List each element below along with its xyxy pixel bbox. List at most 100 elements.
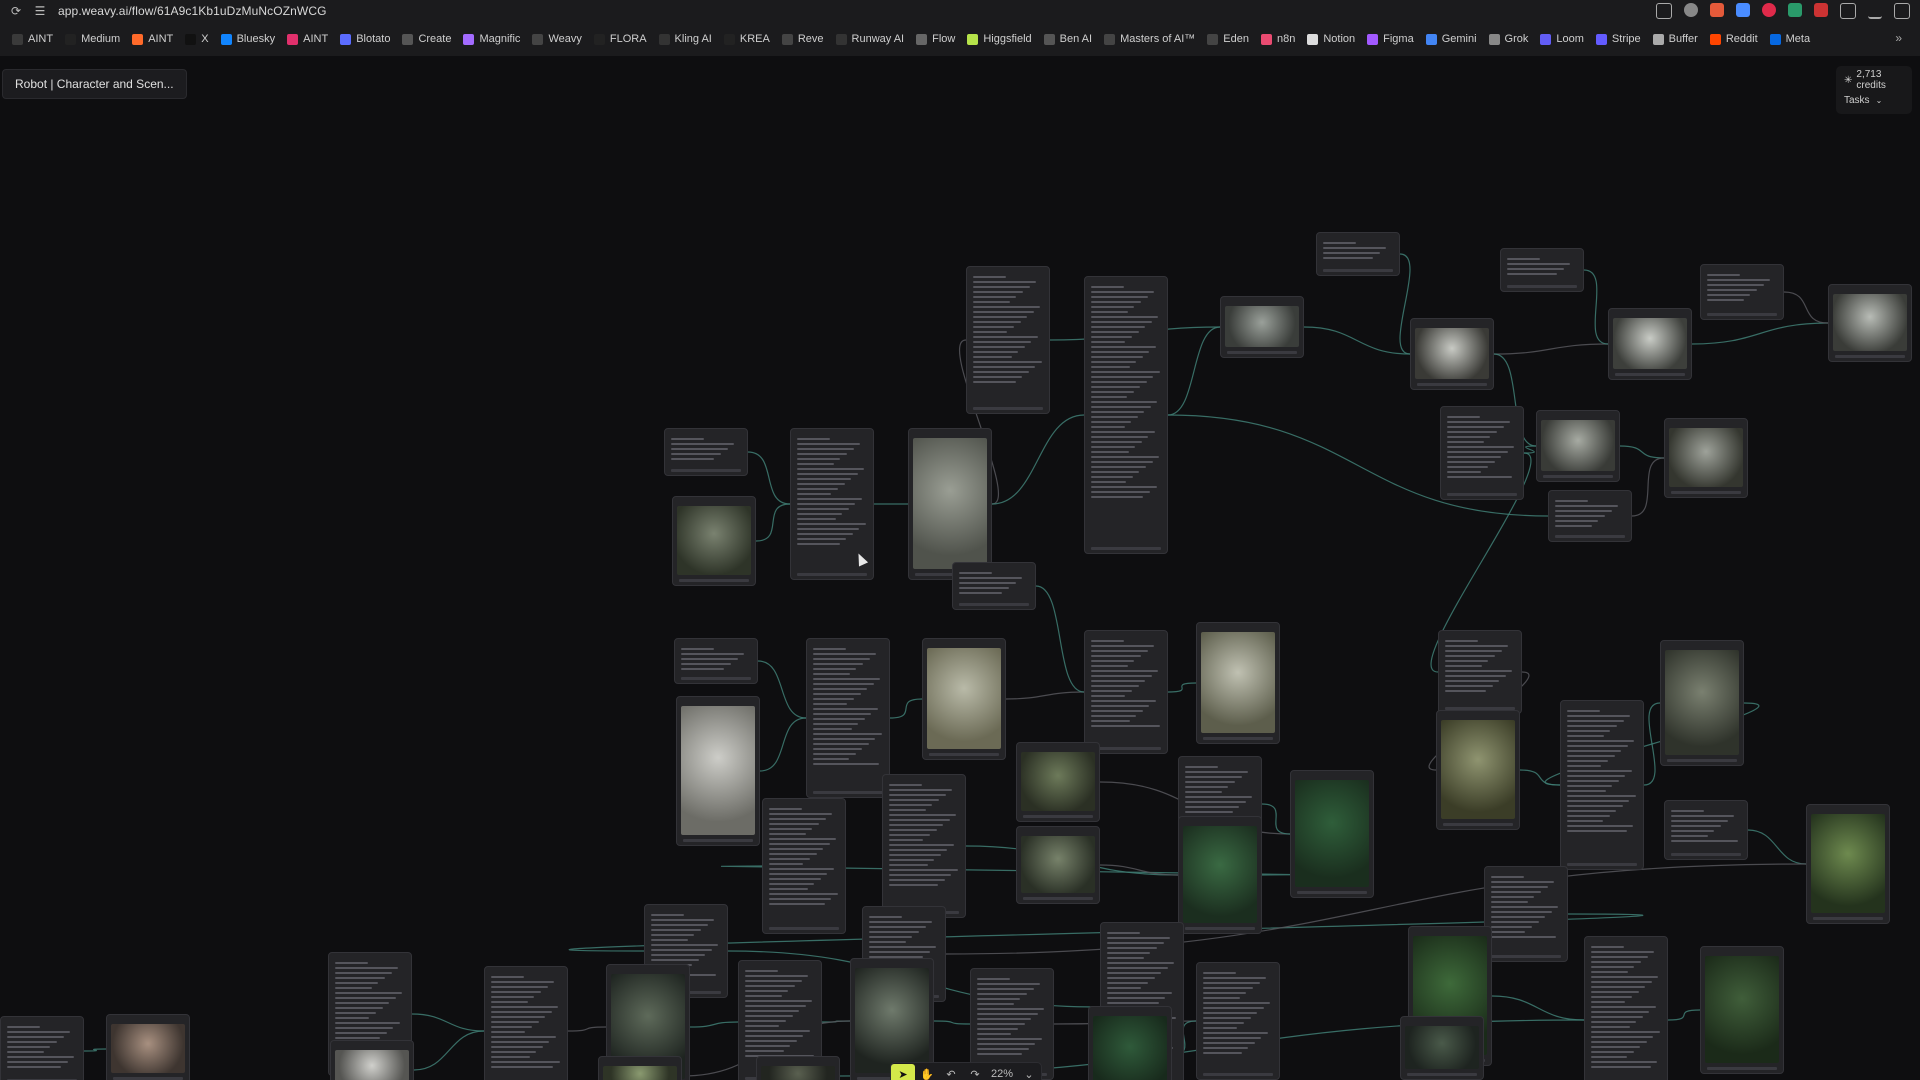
bookmark-item[interactable]: Ben AI	[1043, 33, 1092, 45]
bookmark-item[interactable]: Runway AI	[835, 33, 904, 45]
text-prompt-node[interactable]	[1484, 866, 1568, 962]
more-bookmarks-button[interactable]: »	[1895, 31, 1902, 45]
text-prompt-node[interactable]	[806, 638, 890, 798]
bookmark-item[interactable]: AINT	[12, 33, 53, 45]
bookmark-item[interactable]: Create	[402, 33, 451, 45]
text-prompt-node[interactable]	[1084, 630, 1168, 754]
node-connection-edge[interactable]	[1583, 269, 1609, 345]
bookmark-item[interactable]: Bluesky	[220, 33, 275, 45]
node-connection-edge[interactable]	[413, 1030, 485, 1071]
text-prompt-node[interactable]	[664, 428, 748, 476]
text-prompt-node[interactable]	[1584, 936, 1668, 1080]
node-connection-edge[interactable]	[1303, 326, 1411, 355]
chevron-down-icon[interactable]: ⌄	[1017, 1064, 1041, 1080]
image-node[interactable]	[908, 428, 992, 580]
node-connection-edge[interactable]	[1035, 585, 1085, 693]
hand-tool-icon[interactable]: ✋	[915, 1064, 939, 1080]
star-icon[interactable]	[1684, 3, 1698, 17]
node-connection-edge[interactable]	[757, 660, 807, 719]
text-prompt-node[interactable]	[952, 562, 1036, 610]
extension-icon[interactable]	[1710, 3, 1724, 17]
text-prompt-node[interactable]	[1438, 630, 1522, 714]
flow-canvas[interactable]: Robot | Character and Scen... ✳ 2,713 cre…	[0, 56, 1920, 1080]
bookmark-item[interactable]: Blotato	[340, 33, 390, 45]
text-prompt-node[interactable]	[1196, 962, 1280, 1080]
bookmark-item[interactable]: Masters of AI™	[1104, 33, 1195, 45]
node-connection-edge[interactable]	[1691, 322, 1829, 345]
node-connection-edge[interactable]	[1261, 803, 1291, 835]
text-prompt-node[interactable]	[0, 1016, 84, 1080]
sidebar-icon[interactable]	[1894, 3, 1910, 19]
bookmark-item[interactable]: Meta	[1769, 33, 1810, 45]
bookmark-item[interactable]: Notion	[1307, 33, 1355, 45]
node-connection-edge[interactable]	[1523, 445, 1537, 454]
address-bar[interactable]: app.weavy.ai/flow/61A9c1Kb1uDzMuNcOZnWCG	[58, 4, 327, 18]
text-prompt-node[interactable]	[1084, 276, 1168, 554]
image-node[interactable]	[1700, 946, 1784, 1074]
bookmark-item[interactable]: X	[185, 33, 209, 45]
node-connection-edge[interactable]	[1167, 326, 1221, 416]
bookmark-item[interactable]: KREA	[723, 33, 770, 45]
text-prompt-node[interactable]	[1440, 406, 1524, 500]
text-prompt-node[interactable]	[1664, 800, 1748, 860]
extension-icon[interactable]	[1736, 3, 1750, 17]
bookmark-item[interactable]: Weavy	[532, 33, 582, 45]
image-node[interactable]	[106, 1014, 190, 1080]
bookmark-item[interactable]: Stripe	[1595, 33, 1641, 45]
node-connection-edge[interactable]	[1493, 343, 1609, 355]
image-node[interactable]	[672, 496, 756, 586]
undo-icon[interactable]: ↶	[939, 1064, 963, 1080]
image-node[interactable]	[1660, 640, 1744, 766]
text-prompt-node[interactable]	[674, 638, 758, 684]
node-connection-edge[interactable]	[1783, 291, 1829, 324]
node-connection-edge[interactable]	[1667, 1009, 1701, 1021]
node-connection-edge[interactable]	[83, 1048, 107, 1052]
reload-icon[interactable]: ⟳	[8, 3, 24, 19]
extension-icon[interactable]	[1788, 3, 1802, 17]
zoom-level[interactable]: 22%	[987, 1064, 1017, 1080]
node-connection-edge[interactable]	[567, 1026, 607, 1032]
text-prompt-node[interactable]	[1316, 232, 1400, 276]
site-settings-icon[interactable]: ☰	[32, 3, 48, 19]
bookmark-item[interactable]: AINT	[287, 33, 328, 45]
image-node[interactable]	[1664, 418, 1748, 498]
node-connection-edge[interactable]	[1643, 702, 1661, 786]
image-node[interactable]	[1436, 710, 1520, 830]
node-connection-edge[interactable]	[755, 503, 791, 542]
node-connection-edge[interactable]	[991, 414, 1085, 505]
image-node[interactable]	[1016, 826, 1100, 904]
image-node[interactable]	[756, 1056, 840, 1080]
image-node[interactable]	[1178, 816, 1262, 934]
text-prompt-node[interactable]	[762, 798, 846, 934]
redo-icon[interactable]: ↷	[963, 1064, 987, 1080]
bookmark-item[interactable]: Flow	[916, 33, 955, 45]
text-prompt-node[interactable]	[1500, 248, 1584, 292]
tasks-button[interactable]: Tasks ⌄	[1836, 90, 1912, 110]
text-prompt-node[interactable]	[1548, 490, 1632, 542]
bookmark-item[interactable]: Figma	[1367, 33, 1414, 45]
node-connection-edge[interactable]	[933, 1020, 971, 1025]
node-connection-edge[interactable]	[1005, 691, 1085, 700]
image-node[interactable]	[1410, 318, 1494, 390]
bookmark-item[interactable]: FLORA	[593, 33, 647, 45]
bookmark-item[interactable]: Medium	[65, 33, 120, 45]
extension-icon[interactable]	[1814, 3, 1828, 17]
node-connection-edge[interactable]	[1519, 769, 1561, 786]
bookmark-item[interactable]: Higgsfield	[967, 33, 1032, 45]
node-connection-edge[interactable]	[689, 1021, 739, 1028]
image-node[interactable]	[1220, 296, 1304, 358]
text-prompt-node[interactable]	[882, 774, 966, 918]
image-node[interactable]	[676, 696, 760, 846]
image-node[interactable]	[1608, 308, 1692, 380]
node-connection-edge[interactable]	[889, 698, 923, 719]
image-node[interactable]	[1088, 1006, 1172, 1080]
node-connection-edge[interactable]	[1747, 829, 1807, 865]
image-node[interactable]	[922, 638, 1006, 760]
node-connection-edge[interactable]	[1631, 457, 1665, 517]
bookmark-item[interactable]: Reve	[781, 33, 824, 45]
text-prompt-node[interactable]	[1700, 264, 1784, 320]
image-node[interactable]	[1536, 410, 1620, 482]
node-connection-edge[interactable]	[1167, 682, 1197, 693]
bookmark-item[interactable]: Eden	[1207, 33, 1249, 45]
extensions-puzzle-icon[interactable]	[1840, 3, 1856, 19]
